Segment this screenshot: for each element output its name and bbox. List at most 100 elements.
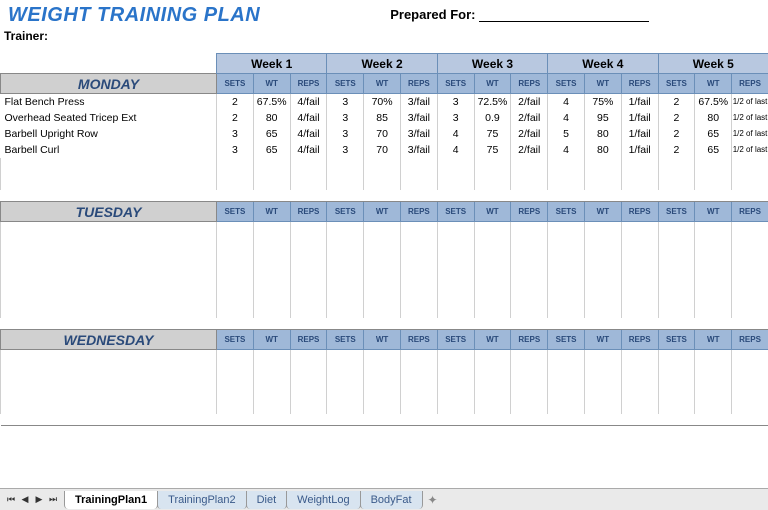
wt-cell[interactable]: 65	[695, 142, 732, 158]
subheader-wt: WT	[474, 202, 511, 222]
subheader-wt: WT	[695, 330, 732, 350]
sets-cell[interactable]: 4	[548, 110, 585, 126]
sets-cell[interactable]: 3	[327, 94, 364, 110]
reps-cell[interactable]: 1/fail	[621, 110, 658, 126]
sheet-tab-bodyfat[interactable]: BodyFat	[360, 491, 423, 509]
tab-nav-controls[interactable]: ⏮ ◀ ▶ ⏭	[0, 494, 64, 505]
reps-cell[interactable]: 2/fail	[511, 94, 548, 110]
reps-cell[interactable]: 3/fail	[400, 142, 437, 158]
nav-prev-icon[interactable]: ◀	[18, 494, 32, 505]
reps-cell[interactable]: 1/fail	[621, 126, 658, 142]
wt-cell[interactable]: 75	[474, 126, 511, 142]
exercise-row: Barbell Upright Row3654/fail3703/fail475…	[1, 126, 768, 142]
sets-cell[interactable]: 5	[548, 126, 585, 142]
wt-cell[interactable]: 70%	[364, 94, 401, 110]
reps-cell[interactable]: 1/2 of last	[732, 110, 768, 126]
reps-cell[interactable]: 3/fail	[400, 126, 437, 142]
sets-cell[interactable]: 3	[217, 126, 254, 142]
subheader-sets: SETS	[327, 202, 364, 222]
prepared-for-field[interactable]	[479, 8, 649, 22]
page-title: WEIGHT TRAINING PLAN	[8, 4, 260, 27]
wt-cell[interactable]: 70	[364, 142, 401, 158]
day-header-row: TUESDAYSETSWTREPSSETSWTREPSSETSWTREPSSET…	[1, 202, 768, 222]
empty-row	[1, 398, 768, 414]
subheader-sets: SETS	[548, 202, 585, 222]
subheader-reps: REPS	[400, 74, 437, 94]
subheader-reps: REPS	[290, 202, 327, 222]
subheader-reps: REPS	[290, 330, 327, 350]
sets-cell[interactable]: 3	[437, 110, 474, 126]
exercise-name[interactable]: Barbell Curl	[1, 142, 217, 158]
sets-cell[interactable]: 2	[658, 94, 695, 110]
nav-last-icon[interactable]: ⏭	[46, 494, 60, 505]
reps-cell[interactable]: 3/fail	[400, 94, 437, 110]
sets-cell[interactable]: 3	[327, 142, 364, 158]
sets-cell[interactable]: 2	[658, 142, 695, 158]
wt-cell[interactable]: 67.5%	[695, 94, 732, 110]
wt-cell[interactable]: 95	[584, 110, 621, 126]
wt-cell[interactable]: 80	[584, 126, 621, 142]
sets-cell[interactable]: 4	[548, 142, 585, 158]
exercise-name[interactable]: Barbell Upright Row	[1, 126, 217, 142]
wt-cell[interactable]: 80	[695, 110, 732, 126]
wt-cell[interactable]: 80	[253, 110, 290, 126]
sheet-tab-bar: ⏮ ◀ ▶ ⏭ TrainingPlan1TrainingPlan2DietWe…	[0, 488, 768, 510]
reps-cell[interactable]: 4/fail	[290, 94, 327, 110]
reps-cell[interactable]: 4/fail	[290, 142, 327, 158]
document-header: WEIGHT TRAINING PLAN Prepared For:	[0, 0, 768, 29]
subheader-reps: REPS	[290, 74, 327, 94]
reps-cell[interactable]: 1/2 of last	[732, 142, 768, 158]
exercise-name[interactable]: Overhead Seated Tricep Ext	[1, 110, 217, 126]
sets-cell[interactable]: 4	[548, 94, 585, 110]
wt-cell[interactable]: 0.9	[474, 110, 511, 126]
reps-cell[interactable]: 4/fail	[290, 126, 327, 142]
reps-cell[interactable]: 1/fail	[621, 94, 658, 110]
sheet-tab-trainingplan1[interactable]: TrainingPlan1	[64, 491, 158, 509]
subheader-reps: REPS	[621, 330, 658, 350]
wt-cell[interactable]: 70	[364, 126, 401, 142]
nav-next-icon[interactable]: ▶	[32, 494, 46, 505]
sets-cell[interactable]: 3	[437, 94, 474, 110]
wt-cell[interactable]: 65	[695, 126, 732, 142]
reps-cell[interactable]: 3/fail	[400, 110, 437, 126]
sets-cell[interactable]: 3	[327, 126, 364, 142]
subheader-reps: REPS	[400, 202, 437, 222]
reps-cell[interactable]: 1/2 of last	[732, 94, 768, 110]
sheet-tab-weightlog[interactable]: WeightLog	[286, 491, 360, 509]
empty-row	[1, 238, 768, 254]
wt-cell[interactable]: 67.5%	[253, 94, 290, 110]
sheet-tab-diet[interactable]: Diet	[246, 491, 288, 509]
sets-cell[interactable]: 3	[217, 142, 254, 158]
nav-first-icon[interactable]: ⏮	[4, 494, 18, 505]
wt-cell[interactable]: 85	[364, 110, 401, 126]
subheader-wt: WT	[364, 202, 401, 222]
subheader-wt: WT	[253, 74, 290, 94]
exercise-row: Flat Bench Press267.5%4/fail370%3/fail37…	[1, 94, 768, 110]
subheader-wt: WT	[584, 74, 621, 94]
wt-cell[interactable]: 75	[474, 142, 511, 158]
reps-cell[interactable]: 2/fail	[511, 110, 548, 126]
sheet-tab-trainingplan2[interactable]: TrainingPlan2	[157, 491, 246, 509]
day-header-row: WEDNESDAYSETSWTREPSSETSWTREPSSETSWTREPSS…	[1, 330, 768, 350]
sets-cell[interactable]: 2	[658, 126, 695, 142]
reps-cell[interactable]: 2/fail	[511, 126, 548, 142]
sets-cell[interactable]: 3	[327, 110, 364, 126]
reps-cell[interactable]: 2/fail	[511, 142, 548, 158]
reps-cell[interactable]: 1/fail	[621, 142, 658, 158]
subheader-reps: REPS	[400, 330, 437, 350]
wt-cell[interactable]: 65	[253, 126, 290, 142]
exercise-name[interactable]: Flat Bench Press	[1, 94, 217, 110]
empty-row	[1, 222, 768, 238]
add-sheet-icon[interactable]: ✦	[428, 493, 438, 507]
sets-cell[interactable]: 2	[217, 110, 254, 126]
sets-cell[interactable]: 2	[658, 110, 695, 126]
wt-cell[interactable]: 65	[253, 142, 290, 158]
reps-cell[interactable]: 4/fail	[290, 110, 327, 126]
wt-cell[interactable]: 80	[584, 142, 621, 158]
wt-cell[interactable]: 75%	[584, 94, 621, 110]
reps-cell[interactable]: 1/2 of last	[732, 126, 768, 142]
sets-cell[interactable]: 4	[437, 142, 474, 158]
wt-cell[interactable]: 72.5%	[474, 94, 511, 110]
sets-cell[interactable]: 4	[437, 126, 474, 142]
sets-cell[interactable]: 2	[217, 94, 254, 110]
